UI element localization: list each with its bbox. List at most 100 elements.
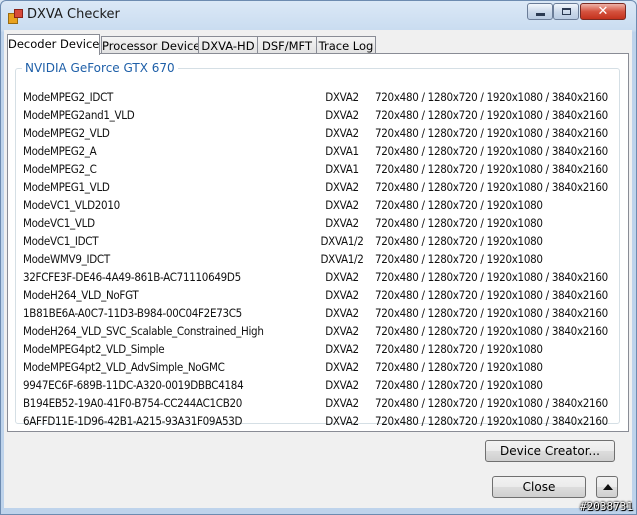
minimize-button[interactable] [527, 3, 553, 20]
mode-name: 6AFFD11E-1D96-42B1-A215-93A31F09A53D [23, 414, 243, 428]
list-item[interactable]: ModeMPEG1_VLD DXVA2 720x480 / 1280x720 / 1… [23, 179, 613, 197]
list-item[interactable]: 32FCFE3F-DE46-4A49-861B-AC71110649D5 DXVA… [23, 269, 613, 287]
list-item[interactable]: ModeH264_VLD_NoFGT DXVA2 720x480 / 1280x72… [23, 287, 613, 305]
list-item[interactable]: ModeVC1_VLD2010 DXVA2 720x480 / 1280x720 /… [23, 197, 613, 215]
api-type: DXVA2 [325, 216, 359, 230]
close-icon: ✕ [597, 4, 609, 19]
decoder-mode-list: ModeMPEG2_IDCT DXVA2 720x480 / 1280x720 / … [23, 89, 613, 431]
mode-name: ModeMPEG4pt2_VLD_AdvSimple_NoGMC [23, 360, 225, 374]
resolutions: 720x480 / 1280x720 / 1920x1080 / 3840x21… [375, 414, 608, 428]
close-window-button[interactable]: ✕ [580, 3, 626, 20]
mode-name: ModeMPEG2and1_VLD [23, 108, 135, 122]
mode-name: ModeVC1_VLD [23, 216, 95, 230]
resolutions: 720x480 / 1280x720 / 1920x1080 / 3840x21… [375, 270, 608, 284]
title-bar[interactable]: DXVA Checker ✕ [0, 0, 637, 30]
resolutions: 720x480 / 1280x720 / 1920x1080 [375, 252, 543, 266]
api-type: DXVA2 [325, 90, 359, 104]
mode-name: ModeH264_VLD_NoFGT [23, 288, 139, 302]
tab-decoder-device[interactable]: Decoder Device [7, 34, 100, 55]
api-type: DXVA2 [325, 126, 359, 140]
resolutions: 720x480 / 1280x720 / 1920x1080 [375, 216, 543, 230]
list-item[interactable]: ModeMPEG2_VLD DXVA2 720x480 / 1280x720 / 1… [23, 125, 613, 143]
api-type: DXVA2 [325, 180, 359, 194]
resolutions: 720x480 / 1280x720 / 1920x1080 [375, 360, 543, 374]
list-item[interactable]: ModeMPEG2_A DXVA1 720x480 / 1280x720 / 192… [23, 143, 613, 161]
resolutions: 720x480 / 1280x720 / 1920x1080 / 3840x21… [375, 108, 608, 122]
tab-dxva-hd[interactable]: DXVA-HD [198, 36, 258, 54]
list-item[interactable]: ModeH264_VLD_SVC_Scalable_Constrained_Hi… [23, 323, 613, 341]
mode-name: ModeVC1_VLD2010 [23, 198, 120, 212]
api-type: DXVA1 [325, 162, 359, 176]
arrow-up-icon [603, 484, 613, 490]
api-type: DXVA2 [325, 270, 359, 284]
list-item[interactable]: 9947EC6F-689B-11DC-A320-0019DBBC4184 DXVA… [23, 377, 613, 395]
api-type: DXVA2 [325, 198, 359, 212]
api-type: DXVA2 [325, 396, 359, 410]
gpu-group: NVIDIA GeForce GTX 670 ModeMPEG2_IDCT DXV… [15, 61, 620, 428]
resolutions: 720x480 / 1280x720 / 1920x1080 / 3840x21… [375, 162, 608, 176]
resolutions: 720x480 / 1280x720 / 1920x1080 / 3840x21… [375, 288, 608, 302]
watermark: #2038731 [580, 500, 633, 513]
device-creator-button[interactable]: Device Creator... [485, 440, 615, 462]
resolutions: 720x480 / 1280x720 / 1920x1080 [375, 342, 543, 356]
api-type: DXVA2 [325, 378, 359, 392]
client-area: Decoder Device Processor Device DXVA-HD … [4, 30, 632, 508]
mode-name: ModeMPEG2_VLD [23, 126, 110, 140]
mode-name: ModeMPEG2_C [23, 162, 97, 176]
resolutions: 720x480 / 1280x720 / 1920x1080 / 3840x21… [375, 180, 608, 194]
mode-name: ModeMPEG2_IDCT [23, 90, 114, 104]
api-type: DXVA2 [325, 324, 359, 338]
mode-name: ModeMPEG2_A [23, 144, 97, 158]
list-item[interactable]: ModeMPEG4pt2_VLD_Simple DXVA2 720x480 / 12… [23, 341, 613, 359]
api-type: DXVA1 [325, 144, 359, 158]
tab-processor-device[interactable]: Processor Device [101, 36, 200, 54]
list-item[interactable]: 1B81BE6A-A0C7-11D3-B984-00C04F2E73C5 DXVA… [23, 305, 613, 323]
decoder-device-panel: NVIDIA GeForce GTX 670 ModeMPEG2_IDCT DXV… [7, 53, 629, 432]
tab-dsf-mft[interactable]: DSF/MFT [257, 36, 317, 54]
maximize-icon [561, 8, 571, 15]
list-item[interactable]: ModeWMV9_IDCT DXVA1/2 720x480 / 1280x720 /… [23, 251, 613, 269]
list-item[interactable]: ModeMPEG2_C DXVA1 720x480 / 1280x720 / 192… [23, 161, 613, 179]
maximize-button[interactable] [553, 3, 579, 20]
mode-name: ModeH264_VLD_SVC_Scalable_Constrained_Hi… [23, 324, 264, 338]
api-type: DXVA2 [325, 306, 359, 320]
resolutions: 720x480 / 1280x720 / 1920x1080 / 3840x21… [375, 324, 608, 338]
resolutions: 720x480 / 1280x720 / 1920x1080 / 3840x21… [375, 306, 608, 320]
app-icon [8, 9, 23, 24]
resolutions: 720x480 / 1280x720 / 1920x1080 [375, 234, 543, 248]
resolutions: 720x480 / 1280x720 / 1920x1080 [375, 198, 543, 212]
mode-name: 32FCFE3F-DE46-4A49-861B-AC71110649D5 [23, 270, 241, 284]
mode-name: ModeVC1_IDCT [23, 234, 99, 248]
api-type: DXVA1/2 [320, 252, 364, 266]
close-button[interactable]: Close [492, 476, 586, 498]
gpu-name: NVIDIA GeForce GTX 670 [22, 61, 178, 75]
api-type: DXVA2 [325, 414, 359, 428]
resolutions: 720x480 / 1280x720 / 1920x1080 / 3840x21… [375, 90, 608, 104]
collapse-button[interactable] [596, 476, 618, 498]
list-item[interactable]: ModeVC1_IDCT DXVA1/2 720x480 / 1280x720 / … [23, 233, 613, 251]
resolutions: 720x480 / 1280x720 / 1920x1080 [375, 378, 543, 392]
list-item[interactable]: ModeVC1_VLD DXVA2 720x480 / 1280x720 / 192… [23, 215, 613, 233]
list-item[interactable]: ModeMPEG4pt2_VLD_AdvSimple_NoGMC DXVA2 720… [23, 359, 613, 377]
api-type: DXVA2 [325, 360, 359, 374]
api-type: DXVA1/2 [320, 234, 364, 248]
mode-name: B194EB52-19A0-41F0-B754-CC244AC1CB20 [23, 396, 243, 410]
minimize-icon [535, 13, 545, 16]
mode-name: ModeMPEG1_VLD [23, 180, 110, 194]
api-type: DXVA2 [325, 288, 359, 302]
mode-name: 9947EC6F-689B-11DC-A320-0019DBBC4184 [23, 378, 244, 392]
resolutions: 720x480 / 1280x720 / 1920x1080 / 3840x21… [375, 396, 608, 410]
resolutions: 720x480 / 1280x720 / 1920x1080 / 3840x21… [375, 126, 608, 140]
api-type: DXVA2 [325, 342, 359, 356]
list-item[interactable]: ModeMPEG2and1_VLD DXVA2 720x480 / 1280x720… [23, 107, 613, 125]
window-title: DXVA Checker [27, 7, 120, 22]
mode-name: ModeMPEG4pt2_VLD_Simple [23, 342, 165, 356]
mode-name: 1B81BE6A-A0C7-11D3-B984-00C04F2E73C5 [23, 306, 242, 320]
list-item[interactable]: B194EB52-19A0-41F0-B754-CC244AC1CB20 DXVA… [23, 395, 613, 413]
mode-name: ModeWMV9_IDCT [23, 252, 110, 266]
list-item[interactable]: ModeMPEG2_IDCT DXVA2 720x480 / 1280x720 / … [23, 89, 613, 107]
resolutions: 720x480 / 1280x720 / 1920x1080 / 3840x21… [375, 144, 608, 158]
api-type: DXVA2 [325, 108, 359, 122]
tab-trace-log[interactable]: Trace Log [316, 36, 376, 54]
list-item[interactable]: 6AFFD11E-1D96-42B1-A215-93A31F09A53D DXVA… [23, 413, 613, 431]
